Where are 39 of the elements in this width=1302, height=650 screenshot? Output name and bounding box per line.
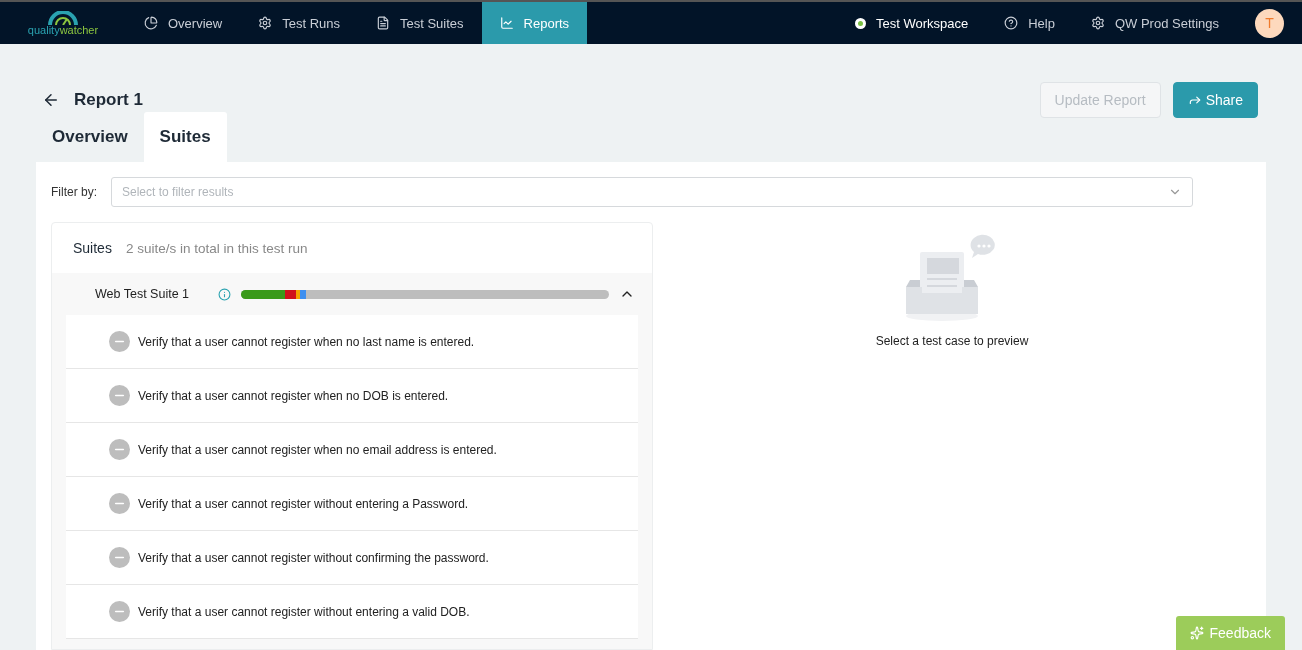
line-chart-icon	[499, 16, 514, 30]
nav-tab[interactable]: Overview	[126, 2, 241, 44]
sparkle-icon	[1189, 626, 1204, 640]
logo-text[interactable]: qualitywatcher	[27, 24, 99, 36]
test-case-title: Verify that a user cannot register when no DOB is entered.	[138, 388, 449, 403]
test-case-row[interactable]: Verify that a user cannot register when no DOB is entered.	[66, 369, 638, 423]
workspace-status-icon	[854, 17, 866, 29]
test-case-row[interactable]: Verify that a user cannot register when no last name is entered.	[66, 315, 638, 369]
help-icon	[1004, 16, 1019, 30]
test-case-title: Verify that a user cannot register when no email address is entered.	[138, 442, 497, 457]
help-link[interactable]: Help	[986, 2, 1073, 44]
workspace-link[interactable]: Test Workspace	[836, 2, 987, 44]
settings-icon	[1090, 16, 1105, 30]
preview-message: Select a test case to preview	[875, 334, 1029, 348]
gear-icon	[258, 16, 273, 30]
share-icon	[1187, 93, 1202, 107]
suite-name[interactable]: Web Test Suite 1	[95, 287, 218, 301]
test-case-title: Verify that a user cannot register without confirming the password.	[138, 550, 489, 565]
nav-tab[interactable]: Test Suites	[358, 2, 482, 44]
test-case-row[interactable]: Verify that a user cannot register without entering a valid DOB.	[66, 585, 638, 639]
document-icon	[376, 16, 390, 30]
gauge-icon	[47, 10, 79, 25]
tab[interactable]: Overview	[36, 112, 144, 162]
test-case-row[interactable]: Verify that a user cannot register when no email address is entered.	[66, 423, 638, 477]
back-icon[interactable]	[42, 91, 60, 109]
test-case-title: Verify that a user cannot register without entering a Password.	[138, 496, 469, 511]
test-case-title: Verify that a user cannot register when no last name is entered.	[138, 334, 475, 349]
report-title: Report 1	[74, 90, 143, 110]
card-title: Suites	[73, 240, 112, 256]
test-case-row[interactable]: Verify that a user cannot register without entering a Password.	[66, 477, 638, 531]
nav-tab[interactable]: Test Runs	[240, 2, 358, 44]
suite-count: 2 suite/s in total in this test run	[125, 240, 308, 256]
filter-label: Filter by:	[51, 185, 97, 199]
tab[interactable]: Suites	[143, 112, 227, 162]
settings-link[interactable]: QW Prod Settings	[1072, 2, 1237, 44]
test-case-title: Verify that a user cannot register without entering a valid DOB.	[138, 604, 470, 619]
pie-chart-icon	[144, 16, 158, 30]
test-case-row[interactable]: Verify that a user cannot register without confirming the password.	[66, 531, 638, 585]
info-icon[interactable]	[218, 287, 231, 301]
